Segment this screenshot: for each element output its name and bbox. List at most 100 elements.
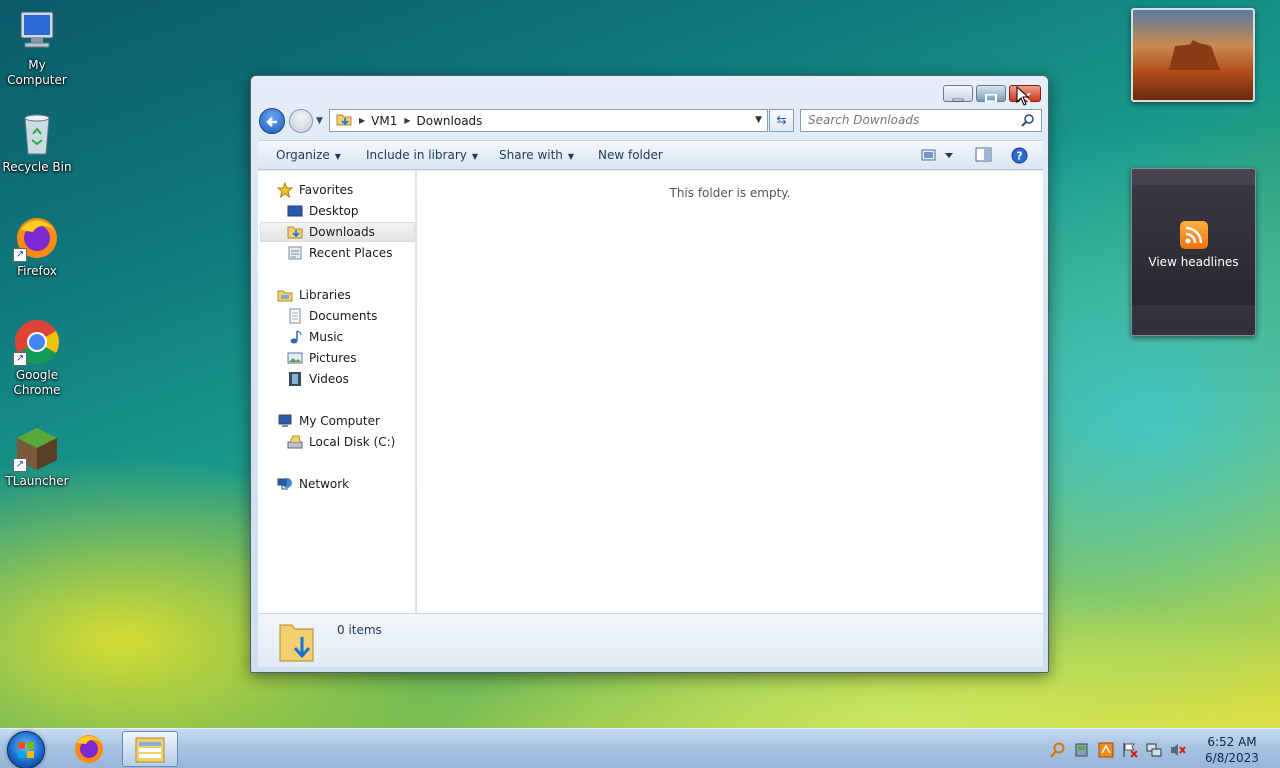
photo-image — [1169, 40, 1220, 70]
view-headlines-link[interactable]: View headlines — [1132, 255, 1255, 269]
mouse-cursor-icon — [1016, 85, 1030, 109]
desktop-icon-google-chrome[interactable]: ↗ Google Chrome — [0, 318, 74, 398]
tlauncher-icon: ↗ — [13, 424, 61, 472]
search-icon[interactable] — [1050, 742, 1066, 758]
refresh-icon: ⇆ — [776, 113, 787, 127]
file-list-pane[interactable]: This folder is empty. — [417, 171, 1043, 613]
breadcrumb-arrow-icon[interactable]: ▶ — [359, 116, 365, 125]
music-icon — [287, 329, 303, 345]
gadget-header — [1132, 169, 1255, 185]
desktop-icon-recycle-bin[interactable]: Recycle Bin — [0, 110, 74, 175]
search-icon[interactable] — [1021, 113, 1035, 134]
back-arrow-icon — [266, 117, 277, 127]
search-input[interactable]: Search Downloads — [800, 109, 1042, 132]
nav-my-computer[interactable]: My Computer — [277, 411, 380, 431]
system-clock[interactable]: 6:52 AM 6/8/2023 — [1200, 734, 1264, 766]
action-center-icon[interactable] — [1098, 742, 1114, 758]
chevron-down-icon: ▼ — [567, 152, 575, 161]
explorer-folder-icon — [135, 737, 165, 763]
help-icon: ? — [1011, 147, 1028, 164]
slideshow-gadget[interactable] — [1131, 8, 1255, 102]
nav-my-computer-label: My Computer — [299, 414, 380, 428]
recent-pages-dropdown[interactable]: ▼ — [316, 116, 323, 126]
breadcrumb-arrow-icon[interactable]: ▶ — [404, 116, 410, 125]
device-icon[interactable] — [1074, 742, 1090, 758]
recycle-bin-icon — [13, 110, 61, 158]
nav-music-label: Music — [309, 330, 344, 344]
address-dropdown-icon[interactable]: ▼ — [755, 115, 762, 125]
forward-arrow-icon — [298, 117, 308, 127]
refresh-button[interactable]: ⇆ — [769, 109, 794, 132]
nav-desktop-label: Desktop — [309, 204, 359, 218]
new-folder-label: New folder — [598, 148, 663, 162]
desktop-icon-my-computer[interactable]: My Computer — [0, 8, 74, 88]
nav-local-disk[interactable]: Local Disk (C:) — [287, 432, 395, 452]
maximize-icon — [985, 91, 997, 105]
taskbar: 6:52 AM 6/8/2023 — [0, 728, 1280, 768]
preview-pane-button[interactable] — [975, 147, 993, 166]
empty-folder-message: This folder is empty. — [669, 186, 791, 200]
chevron-down-icon: ▼ — [334, 152, 341, 161]
forward-button[interactable] — [289, 109, 313, 133]
nav-documents[interactable]: Documents — [287, 306, 377, 326]
item-count: 0 items — [337, 623, 382, 637]
desktop-icon-label: Chrome — [13, 383, 61, 397]
volume-muted-icon[interactable] — [1170, 742, 1186, 758]
nav-documents-label: Documents — [309, 309, 378, 323]
breadcrumb-downloads[interactable]: Downloads — [417, 114, 483, 128]
downloads-folder-icon — [287, 224, 303, 240]
desktop-icon-label: Computer — [7, 73, 67, 87]
desktop-icon-tlauncher[interactable]: ↗ TLauncher — [0, 424, 74, 489]
maximize-button[interactable] — [976, 85, 1006, 105]
desktop-icon-label: Google — [15, 368, 59, 382]
nav-favorites[interactable]: Favorites — [276, 180, 353, 200]
minimize-icon — [952, 91, 964, 105]
clock-date: 6/8/2023 — [1205, 751, 1259, 765]
desktop-icon-firefox[interactable]: ↗ Firefox — [0, 214, 74, 279]
desktop-icon-label: TLauncher — [5, 474, 69, 488]
feed-headlines-gadget[interactable]: View headlines — [1131, 168, 1256, 336]
nav-recent-places[interactable]: Recent Places — [287, 243, 392, 263]
nav-desktop[interactable]: Desktop — [287, 201, 359, 221]
taskbar-explorer[interactable] — [122, 731, 178, 767]
start-button[interactable] — [7, 731, 45, 768]
shortcut-arrow-icon: ↗ — [13, 352, 27, 366]
include-in-library-menu[interactable]: Include in library ▼ — [366, 148, 478, 162]
shortcut-arrow-icon: ↗ — [13, 248, 27, 262]
include-in-library-label: Include in library — [366, 148, 467, 162]
navigation-bar: ▼ ▶ VM1 ▶ Downloads ▼ ⇆ Search Downloads — [259, 108, 1042, 134]
firefox-icon: ↗ — [13, 214, 61, 262]
minimize-button[interactable] — [943, 85, 973, 102]
nav-videos[interactable]: Videos — [287, 369, 349, 389]
desktop-icon — [287, 203, 303, 219]
back-button[interactable] — [259, 108, 285, 134]
nav-downloads[interactable]: Downloads — [260, 222, 415, 242]
address-bar[interactable]: ▶ VM1 ▶ Downloads ▼ — [329, 109, 768, 132]
new-folder-button[interactable]: New folder — [598, 148, 663, 162]
organize-menu[interactable]: Organize ▼ — [276, 148, 341, 162]
change-view-button[interactable] — [921, 147, 957, 166]
share-with-menu[interactable]: Share with ▼ — [499, 148, 574, 162]
libraries-icon — [277, 287, 293, 303]
navigation-pane: Favorites Desktop Downloads Recent Place… — [258, 171, 416, 613]
desktop-icon-label: Firefox — [17, 264, 57, 278]
gadget-footer — [1132, 305, 1255, 335]
computer-icon — [13, 8, 61, 56]
breadcrumb-vm1[interactable]: VM1 — [371, 114, 397, 128]
taskbar-firefox[interactable] — [61, 731, 117, 767]
help-button[interactable]: ? — [1011, 147, 1028, 167]
network-status-icon[interactable] — [1146, 742, 1162, 758]
nav-network[interactable]: Network — [277, 474, 349, 494]
nav-pictures-label: Pictures — [309, 351, 357, 365]
clock-time: 6:52 AM — [1207, 735, 1257, 749]
shortcut-arrow-icon: ↗ — [13, 458, 27, 472]
flag-error-icon[interactable] — [1122, 742, 1138, 758]
preview-pane-icon — [975, 147, 992, 162]
network-icon — [277, 476, 293, 492]
nav-libraries[interactable]: Libraries — [277, 285, 351, 305]
view-icon — [921, 149, 953, 161]
search-placeholder: Search Downloads — [808, 113, 920, 127]
nav-videos-label: Videos — [309, 372, 349, 386]
nav-music[interactable]: Music — [287, 327, 343, 347]
nav-pictures[interactable]: Pictures — [287, 348, 357, 368]
